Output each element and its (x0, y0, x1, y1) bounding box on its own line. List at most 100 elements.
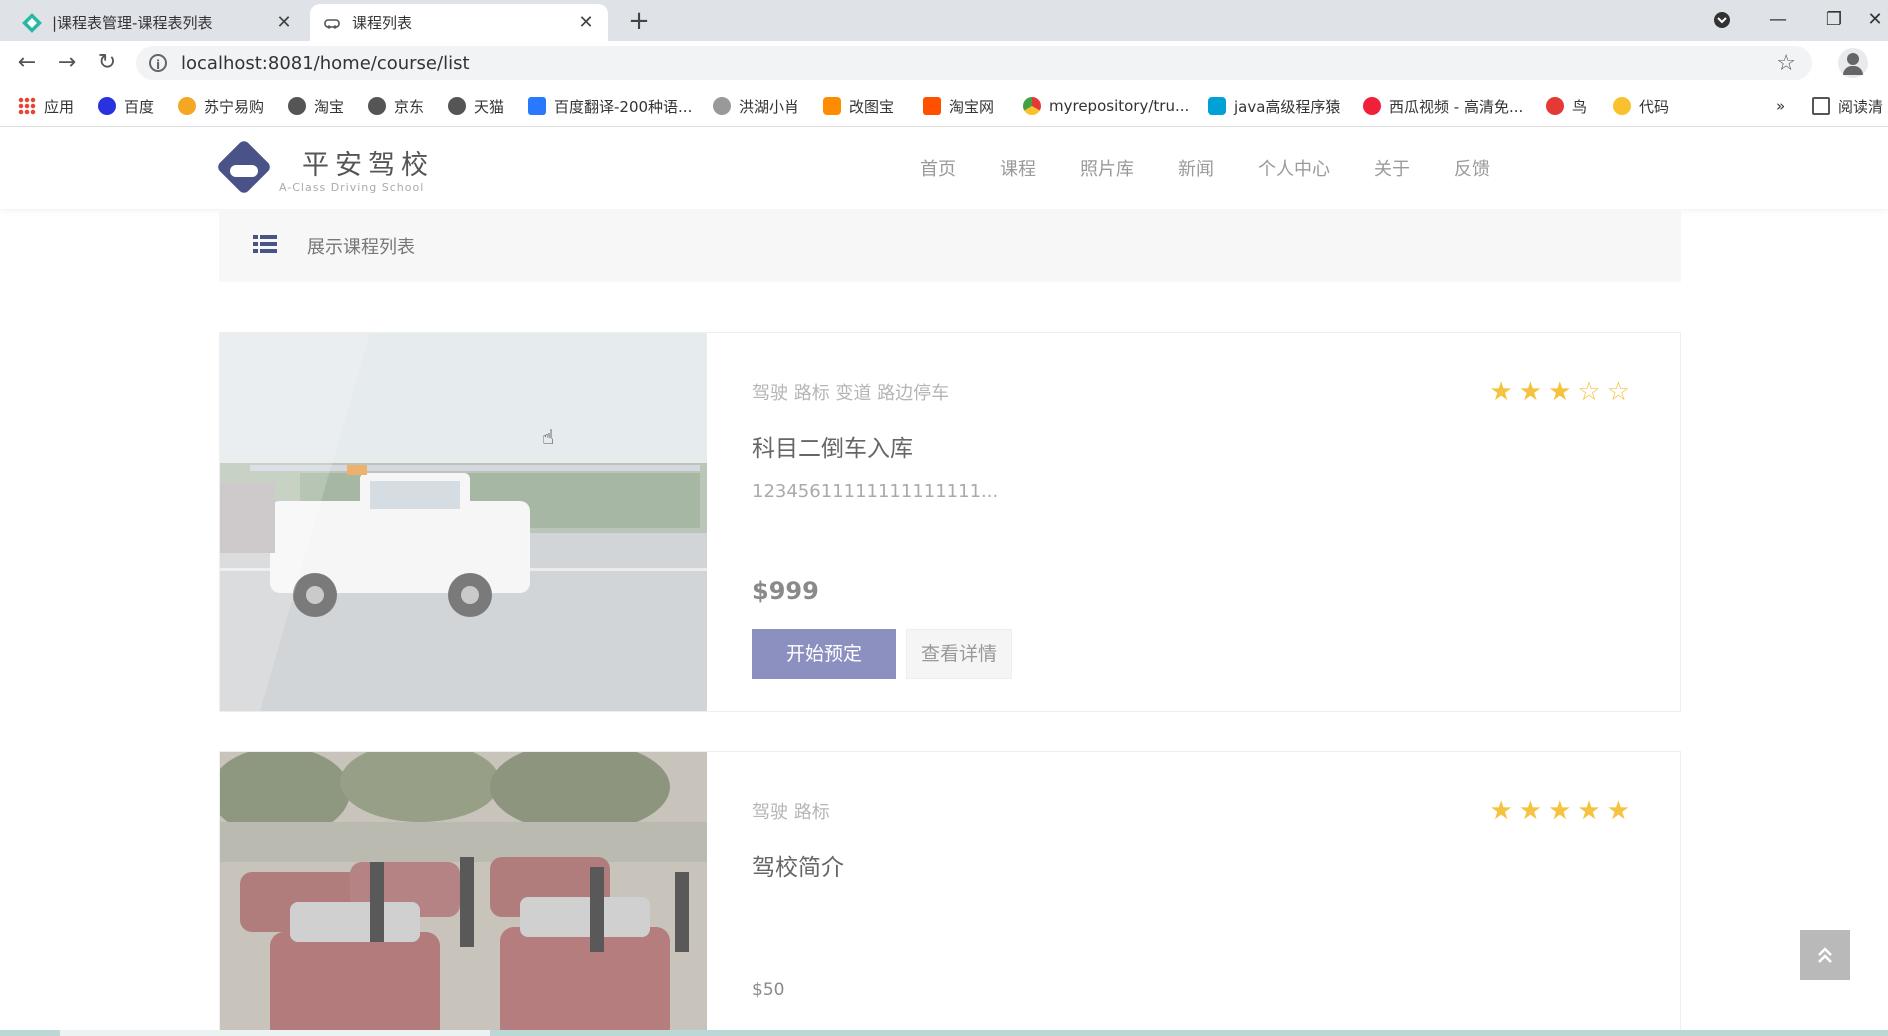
bookmark-label: 百度翻译-200种语... (554, 97, 693, 116)
bookmark-label: 京东 (394, 97, 425, 116)
bookmarks-bar: 应用 百度 苏宁易购 淘宝 京东 天猫 百度翻译-200种语... 洪湖小肖 改… (0, 85, 1888, 127)
bookmark-taobaowang[interactable]: 淘宝网 (923, 85, 994, 127)
bookmark-label: 天猫 (474, 97, 505, 116)
tab-title: 课程列表 (352, 14, 413, 32)
bookmark-honghu[interactable]: 洪湖小肖 (713, 85, 799, 127)
bookmark-label: java高级程序猿 (1234, 97, 1341, 116)
main-nav: 首页 课程 照片库 新闻 个人中心 关于 反馈 (876, 127, 1490, 209)
site-header: 平安驾校 A-Class Driving School 首页 课程 照片库 新闻… (0, 127, 1888, 209)
bookmark-java[interactable]: java高级程序猿 (1208, 85, 1340, 127)
bookmark-baidu[interactable]: 百度 (98, 85, 154, 127)
bookmark-tmall[interactable]: 天猫 (448, 85, 504, 127)
back-arrow-icon[interactable]: ← (13, 49, 41, 77)
star-rating: ★★★☆☆ (1489, 377, 1636, 407)
tab-title: |课程表管理-课程表列表 (52, 14, 213, 32)
bookmark-xigua[interactable]: 西瓜视频 - 高清免... (1363, 85, 1523, 127)
course-card: 驾驶 路标 ★★★★★ 驾校简介 $50 (219, 751, 1681, 1036)
url-text: localhost:8081/home/course/list (181, 52, 470, 74)
taobao-icon (923, 97, 941, 115)
hand-cursor-icon: ☝ (542, 425, 555, 449)
nav-about[interactable]: 关于 (1374, 155, 1410, 181)
close-window-button[interactable]: ✕ (1862, 6, 1888, 34)
site-info-icon[interactable]: i (149, 54, 167, 72)
globe-icon (288, 97, 306, 115)
bird-icon (1546, 97, 1564, 115)
book-now-button[interactable]: 开始预定 (752, 629, 896, 679)
bookmark-apps[interactable]: 应用 (18, 85, 74, 127)
bookmark-label: myrepository/tru... (1049, 97, 1190, 115)
car-favicon-icon (324, 18, 340, 29)
bilibili-icon (1208, 97, 1226, 115)
bookmark-bird[interactable]: 鸟 (1546, 85, 1587, 127)
course-image[interactable] (220, 333, 707, 711)
globe-icon (368, 97, 386, 115)
horizontal-scrollbar[interactable] (0, 1030, 1888, 1036)
reading-list-button[interactable]: 阅读清 (1812, 85, 1888, 127)
nav-news[interactable]: 新闻 (1178, 155, 1214, 181)
star-rating: ★★★★★ (1489, 796, 1636, 826)
bookmark-baidu-translate[interactable]: 百度翻译-200种语... (528, 85, 692, 127)
course-title[interactable]: 科目二倒车入库 (752, 429, 913, 463)
address-bar-row: ← → ↻ i localhost:8081/home/course/list … (0, 41, 1888, 85)
course-tags: 驾驶 路标 (752, 802, 830, 823)
url-field[interactable]: i localhost:8081/home/course/list ☆ (136, 46, 1812, 80)
close-tab-icon[interactable]: ✕ (576, 12, 596, 33)
tab-course-admin[interactable]: |课程表管理-课程表列表 ✕ (10, 4, 306, 41)
bookmark-jd[interactable]: 京东 (368, 85, 424, 127)
xigua-play-icon (1363, 97, 1381, 115)
bookmark-label: 代码 (1639, 97, 1670, 116)
globe-icon (448, 97, 466, 115)
bookmark-suning[interactable]: 苏宁易购 (178, 85, 264, 127)
bookmark-myrepository[interactable]: myrepository/tru... (1023, 85, 1189, 127)
bookmark-code[interactable]: 代码 (1613, 85, 1669, 127)
bookmarks-overflow-button[interactable]: » (1776, 85, 1785, 127)
close-tab-icon[interactable]: ✕ (274, 12, 294, 33)
new-tab-button[interactable]: + (624, 6, 654, 36)
course-description: 12345611111111111111... (752, 481, 999, 502)
nav-gallery[interactable]: 照片库 (1080, 155, 1134, 181)
back-to-top-button[interactable] (1800, 930, 1850, 980)
reading-list-label: 阅读清 (1838, 97, 1884, 116)
minimize-button[interactable]: — (1758, 6, 1798, 34)
nav-courses[interactable]: 课程 (1000, 155, 1036, 181)
logo-name: 平安驾校 (302, 150, 434, 181)
gaitubao-icon (823, 97, 841, 115)
bookmark-gaitubao[interactable]: 改图宝 (823, 85, 894, 127)
tab-search-icon[interactable] (1702, 6, 1742, 34)
browser-tab-bar: |课程表管理-课程表列表 ✕ 课程列表 ✕ + — ❐ ✕ (0, 0, 1888, 41)
view-details-button[interactable]: 查看详情 (906, 629, 1012, 679)
site-favicon-icon (22, 12, 42, 33)
list-header-panel: 展示课程列表 (219, 209, 1681, 282)
reload-icon[interactable]: ↻ (93, 49, 121, 77)
character-icon (713, 97, 731, 115)
profile-avatar-icon[interactable] (1838, 48, 1868, 78)
bookmark-star-icon[interactable]: ☆ (1776, 51, 1796, 76)
bookmark-label: 苏宁易购 (204, 97, 265, 116)
page-content: 平安驾校 A-Class Driving School 首页 课程 照片库 新闻… (0, 127, 1888, 1036)
forward-arrow-icon[interactable]: → (53, 49, 81, 77)
tab-course-list[interactable]: 课程列表 ✕ (310, 4, 608, 41)
logo-car-icon (230, 165, 258, 177)
site-logo[interactable]: 平安驾校 A-Class Driving School (215, 138, 478, 201)
bookmark-taobao[interactable]: 淘宝 (288, 85, 344, 127)
bookmark-label: 淘宝网 (949, 97, 995, 116)
apps-grid-icon (18, 97, 36, 115)
bookmark-label: 淘宝 (314, 97, 345, 116)
panel-title: 展示课程列表 (307, 237, 415, 258)
suning-lion-icon (178, 97, 196, 115)
nav-home[interactable]: 首页 (920, 155, 956, 181)
double-chevron-up-icon (1818, 947, 1832, 963)
code-icon (1613, 97, 1631, 115)
restore-button[interactable]: ❐ (1814, 6, 1854, 34)
course-price: $50 (752, 980, 785, 1000)
course-tags: 驾驶 路标 变道 路边停车 (752, 383, 950, 404)
bookmark-label: 西瓜视频 - 高清免... (1389, 97, 1524, 116)
nav-profile[interactable]: 个人中心 (1258, 155, 1330, 181)
course-card: 驾驶 路标 变道 路边停车 ★★★☆☆ 科目二倒车入库 123456111111… (219, 332, 1681, 712)
bookmark-label: 百度 (124, 97, 155, 116)
course-image[interactable] (220, 752, 707, 1036)
course-title[interactable]: 驾校简介 (752, 848, 844, 882)
bookmark-label: 洪湖小肖 (739, 97, 800, 116)
scrollbar-thumb[interactable] (60, 1030, 490, 1036)
nav-feedback[interactable]: 反馈 (1454, 155, 1490, 181)
